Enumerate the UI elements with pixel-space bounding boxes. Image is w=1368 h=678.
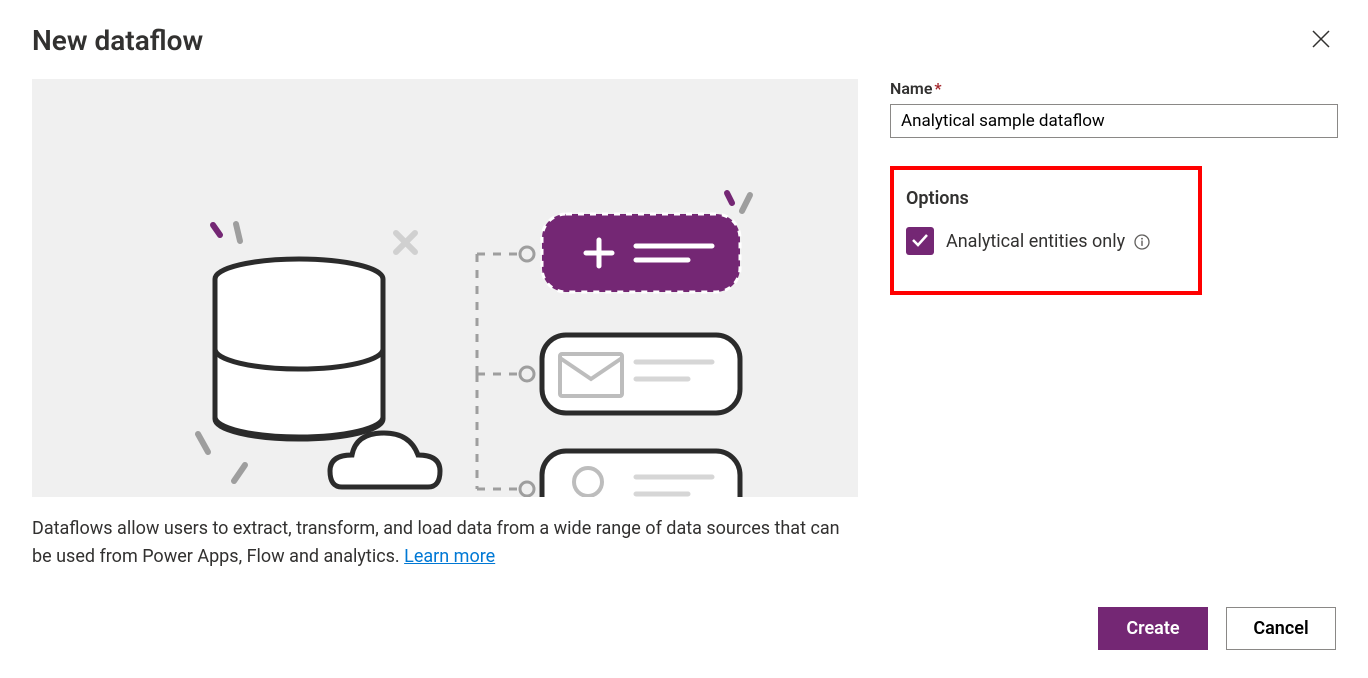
dialog-title: New dataflow [32,24,203,57]
left-column: Dataflows allow users to extract, transf… [32,79,858,571]
dataflow-illustration [32,79,858,497]
analytical-entities-checkbox[interactable] [906,227,934,255]
name-label: Name* [890,79,1338,98]
name-label-text: Name [890,79,932,98]
right-column: Name* Options Analytical entities only [890,79,1338,295]
dialog-header: New dataflow [32,24,1336,57]
cancel-button[interactable]: Cancel [1226,607,1336,650]
close-button[interactable] [1306,24,1336,57]
mail-card-icon [542,335,740,413]
dialog-content: Dataflows allow users to extract, transf… [32,79,1336,571]
cloud-icon [330,433,440,487]
dialog-footer: Create Cancel [1098,607,1336,650]
add-card-icon [542,214,740,292]
create-button[interactable]: Create [1098,607,1208,650]
required-indicator: * [934,79,941,98]
checkbox-label-text: Analytical entities only [946,231,1125,252]
info-icon[interactable] [1134,234,1150,250]
dialog-description: Dataflows allow users to extract, transf… [32,515,858,571]
database-icon [215,259,383,439]
check-icon [911,232,929,251]
options-section-highlight: Options Analytical entities only [890,166,1202,295]
new-dataflow-dialog: New dataflow [0,0,1368,595]
analytical-entities-checkbox-row: Analytical entities only [906,227,1186,255]
learn-more-link[interactable]: Learn more [404,546,495,567]
checkbox-label: Analytical entities only [946,231,1150,252]
person-card-icon [542,451,740,497]
options-title: Options [906,188,1186,209]
name-input[interactable] [890,104,1338,138]
name-field-group: Name* [890,79,1338,138]
close-icon [1312,36,1330,51]
